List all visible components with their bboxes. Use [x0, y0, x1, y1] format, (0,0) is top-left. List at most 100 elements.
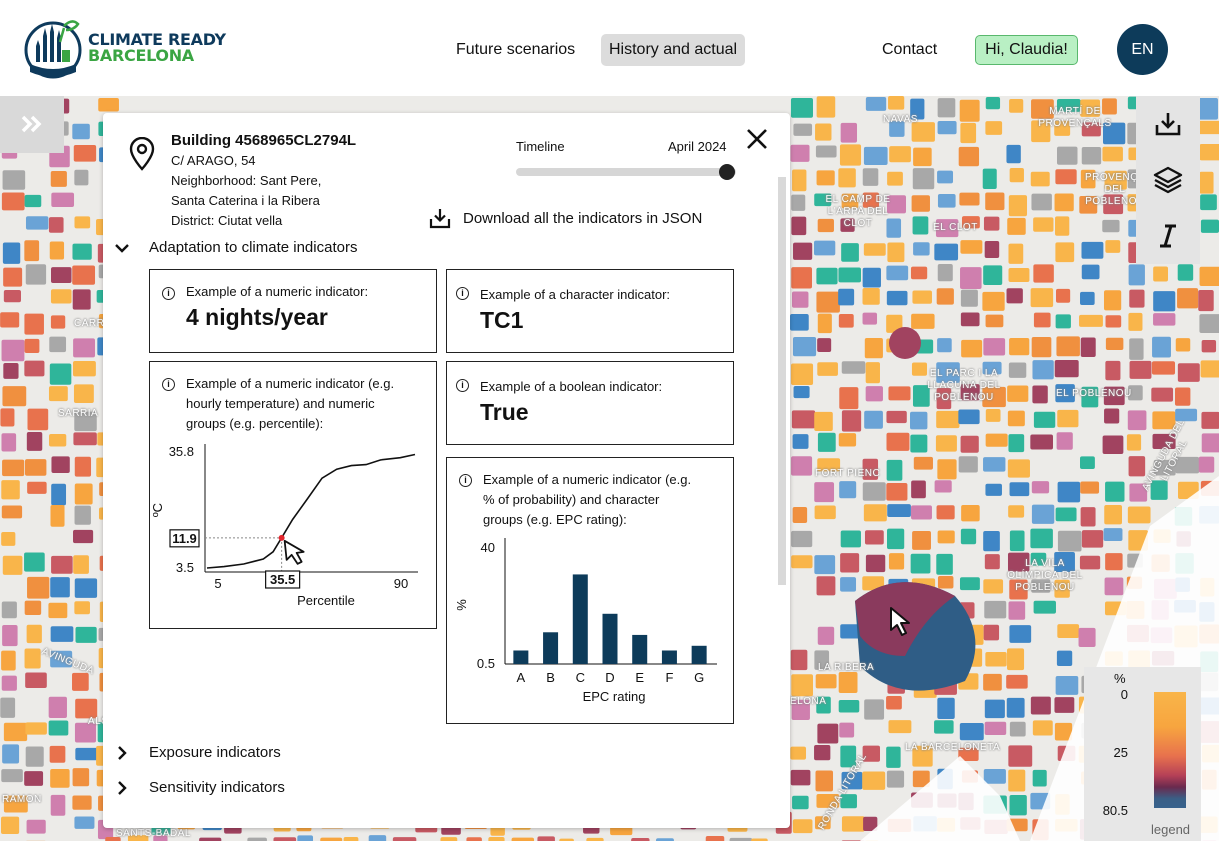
- map-building-block: [815, 123, 832, 141]
- map-building-block: [791, 555, 813, 569]
- map-building-block: [74, 216, 91, 229]
- map-building-block: [1105, 481, 1125, 502]
- layers-button[interactable]: [1136, 152, 1200, 208]
- map-building-block: [816, 170, 835, 186]
- map-building-block: [51, 456, 70, 474]
- map-building-block: [1152, 336, 1171, 358]
- map-building-block: [1128, 264, 1145, 286]
- user-menu-button[interactable]: Hi, Claudia!: [975, 35, 1078, 65]
- map-building-block: [910, 266, 928, 280]
- map-building-block: [864, 337, 883, 359]
- map-building-block: [1009, 721, 1026, 737]
- language-button[interactable]: EN: [1117, 24, 1168, 75]
- info-icon[interactable]: i: [456, 379, 469, 392]
- map-building-block: [793, 385, 810, 399]
- info-mode-button[interactable]: [1136, 208, 1200, 264]
- map-building-block: [1033, 217, 1054, 232]
- map-building-block: [814, 482, 835, 503]
- map-building-block: [911, 480, 926, 499]
- map-plaza: [889, 327, 921, 359]
- map-building-block: [1006, 144, 1021, 164]
- map-building-block: [51, 483, 67, 506]
- expand-sidebar-button[interactable]: [0, 96, 64, 153]
- map-building-block: [73, 529, 94, 544]
- map-building-block: [1031, 193, 1052, 211]
- map-building-block: [1008, 745, 1033, 767]
- map-building-block: [792, 795, 809, 810]
- map-building-block: [838, 672, 858, 694]
- map-building-block: [1201, 433, 1219, 453]
- map-building-block: [792, 169, 807, 192]
- map-building-block: [790, 98, 813, 118]
- bar-chart: 40 0.5% A B C D E F G EPC rating: [454, 538, 717, 704]
- map-building-block: [72, 123, 90, 140]
- nav-future-scenarios[interactable]: Future scenarios: [448, 34, 583, 66]
- map-building-block: [792, 337, 817, 357]
- map-building-block: [840, 530, 861, 548]
- section-exposure[interactable]: Exposure indicators: [113, 744, 281, 761]
- map-building-block: [1129, 338, 1144, 360]
- timeline-label: Timeline: [516, 139, 565, 154]
- map-building-block: [24, 648, 41, 669]
- map-building-block: [791, 363, 814, 385]
- building-details-panel: Building 4568965CL2794L C/ ARAGO, 54 Nei…: [103, 113, 790, 828]
- map-building-block: [841, 243, 859, 262]
- info-icon[interactable]: i: [456, 287, 469, 300]
- close-icon[interactable]: [743, 125, 771, 153]
- map-building-block: [792, 506, 808, 523]
- x-tick-label: 5: [214, 576, 221, 591]
- map-building-block: [75, 747, 99, 761]
- map-building-block: [50, 577, 70, 598]
- map-building-block: [72, 795, 92, 810]
- app-logo[interactable]: CLIMATE READY BARCELONA: [24, 16, 226, 80]
- map-building-block: [1055, 169, 1077, 185]
- map-building-block: [816, 96, 836, 118]
- map-building-block: [793, 242, 813, 260]
- map-building-block: [1, 675, 17, 691]
- building-neighborhood: Neighborhood: Sant Pere,: [171, 173, 322, 188]
- map-building-block: [74, 505, 91, 525]
- map-building-block: [1102, 219, 1120, 233]
- map-building-block: [790, 649, 808, 671]
- nav-contact[interactable]: Contact: [874, 34, 945, 66]
- map-building-block: [1104, 408, 1120, 424]
- map-building-block: [74, 456, 92, 477]
- map-building-block: [865, 386, 883, 402]
- map-building-block: [937, 338, 952, 353]
- numeric-indicator-card: i Example of a numeric indicator: 4 nigh…: [149, 269, 437, 353]
- map-building-block: [1174, 387, 1191, 406]
- section-label: Sensitivity indicators: [149, 779, 285, 796]
- map-building-block: [937, 697, 955, 720]
- info-icon[interactable]: i: [162, 287, 175, 300]
- bar-F: [661, 650, 677, 664]
- map-building-block: [1009, 482, 1030, 497]
- download-json-button[interactable]: Download all the indicators in JSON: [429, 207, 702, 229]
- map-building-block: [985, 651, 1007, 667]
- section-sensitivity[interactable]: Sensitivity indicators: [113, 779, 285, 796]
- map-building-block: [838, 699, 860, 713]
- map-label: ELONA: [790, 696, 827, 707]
- legend-tick: 0: [1120, 687, 1128, 702]
- panel-scrollbar[interactable]: [778, 177, 786, 585]
- section-adaptation[interactable]: Adaptation to climate indicators: [113, 239, 357, 256]
- map-building-block: [75, 626, 97, 643]
- map-building-block: [864, 530, 884, 545]
- map-building-block: [937, 98, 956, 118]
- map-building-block: [1199, 266, 1219, 286]
- map-building-block: [936, 288, 954, 305]
- map-building-block: [50, 794, 66, 816]
- map-building-block: [863, 146, 888, 166]
- map-building-block: [862, 312, 878, 325]
- map-building-block: [791, 530, 813, 548]
- map-building-block: [51, 555, 73, 574]
- map-building-block: [49, 745, 66, 763]
- map-building-block: [343, 837, 359, 841]
- map-building-block: [73, 145, 97, 162]
- map-building-block: [1008, 267, 1030, 282]
- timeline-slider-handle[interactable]: [719, 164, 735, 180]
- expand-icon: [21, 115, 42, 133]
- nav-history-and-actual[interactable]: History and actual: [601, 34, 746, 66]
- timeline-slider[interactable]: [516, 168, 736, 176]
- map-building-block: [72, 289, 91, 310]
- download-map-button[interactable]: [1136, 96, 1200, 152]
